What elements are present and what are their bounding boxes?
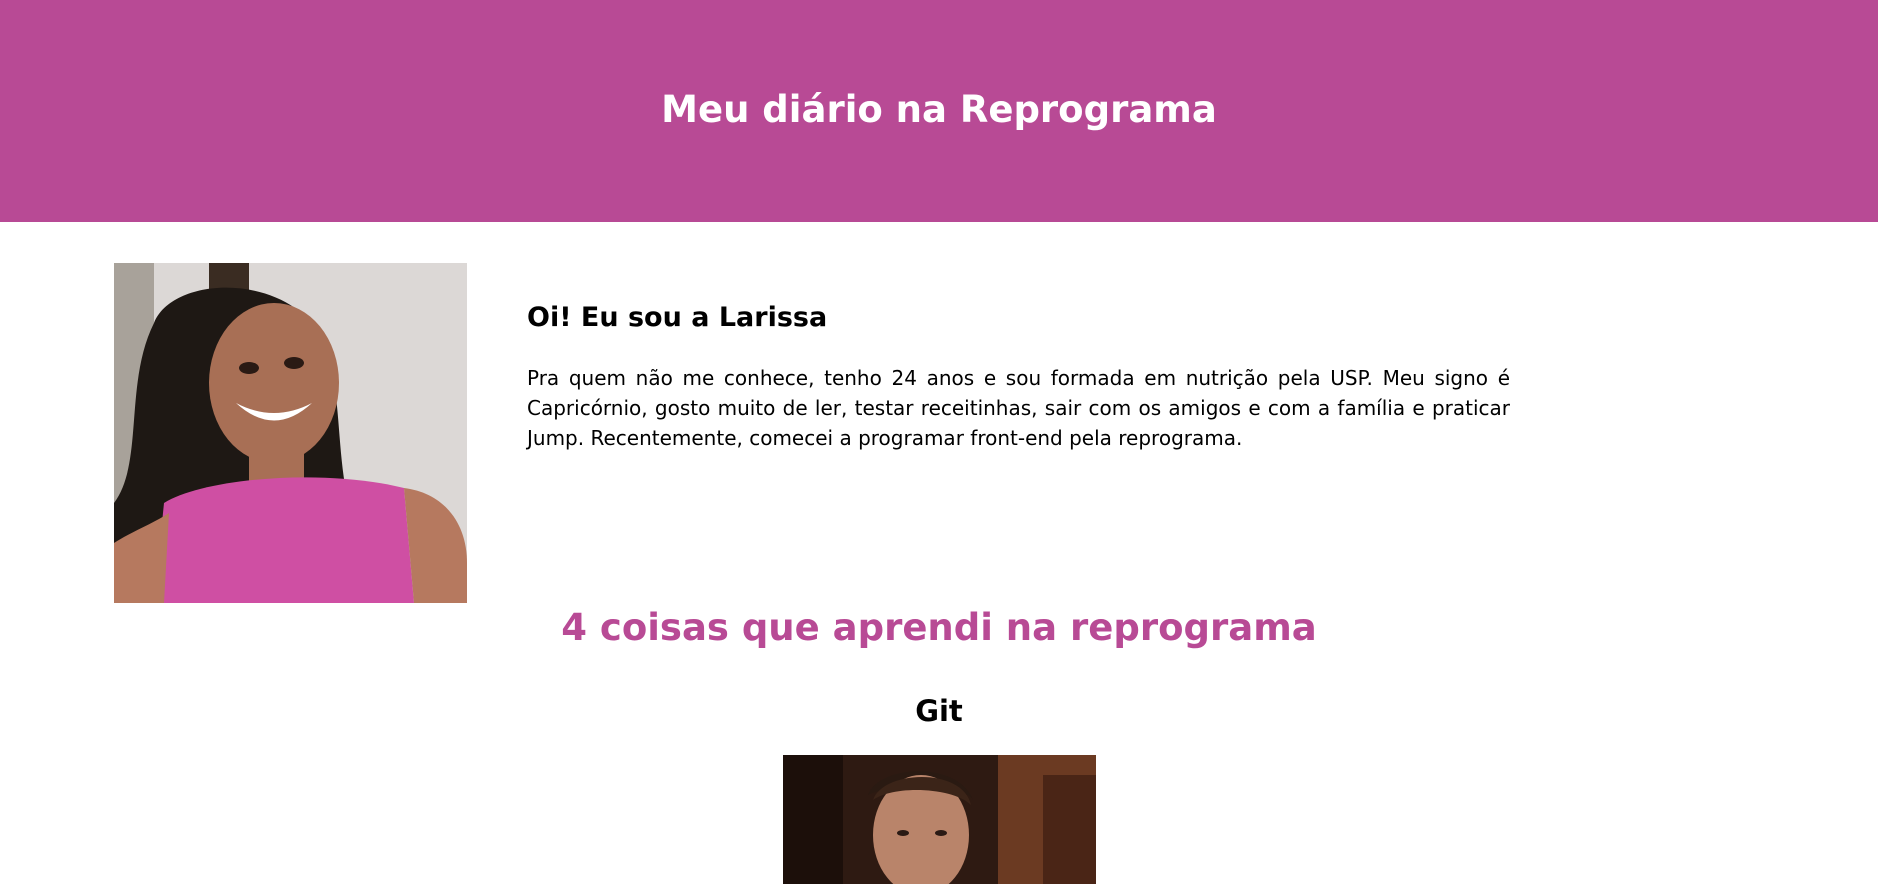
about-text: Pra quem não me conhece, tenho 24 anos e…: [527, 366, 1510, 450]
page-header: Meu diário na Reprograma: [0, 0, 1878, 222]
profile-photo: [114, 263, 467, 603]
git-gif-image: [783, 755, 1096, 884]
learning-item-title: Git: [915, 694, 963, 728]
about-title: Oi! Eu sou a Larissa: [527, 302, 828, 333]
page-title: Meu diário na Reprograma: [661, 88, 1217, 131]
learnings-title: 4 coisas que aprendi na reprograma: [561, 606, 1317, 649]
